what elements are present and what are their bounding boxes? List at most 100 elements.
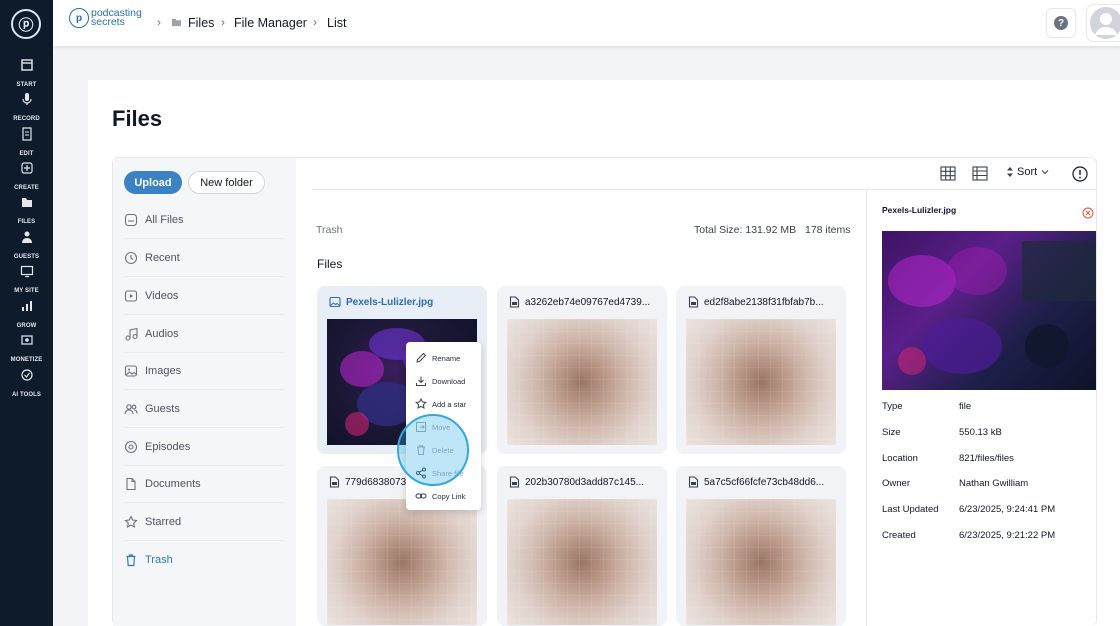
document-file-icon [509, 296, 520, 308]
details-divider [866, 190, 867, 626]
menu-item-add-star[interactable]: Add a star [415, 396, 466, 412]
avatar[interactable] [1086, 4, 1120, 42]
edit-icon [21, 127, 32, 141]
sidebar-item-episodes[interactable]: Episodes [124, 428, 284, 466]
file-card[interactable]: 202b30780d3add87c145... [497, 466, 667, 626]
file-card[interactable]: ed2f8abe2138f31fbfab7b... [676, 286, 846, 454]
pencil-icon [416, 352, 427, 363]
image-file-icon [329, 296, 341, 308]
file-thumbnail [507, 499, 657, 625]
detail-value-created: 6/23/2025, 9:21:22 PM [959, 530, 1056, 541]
sidebar-item-images[interactable]: Images [124, 352, 284, 390]
rail-item-record[interactable]: RECORD [0, 92, 53, 125]
guests-icon [21, 231, 32, 243]
files-icon [21, 198, 32, 207]
sidebar-item-videos[interactable]: Videos [124, 277, 284, 315]
rail-item-my-site[interactable]: MY SITE [0, 264, 53, 297]
details-preview-image [882, 231, 1096, 390]
file-name: 202b30780d3add87c145... [525, 476, 645, 488]
sidebar-item-audios[interactable]: Audios [124, 315, 284, 353]
sidebar-item-starred[interactable]: Starred [124, 503, 284, 541]
breadcrumb-separator: › [221, 15, 225, 29]
breadcrumb-files[interactable]: Files [188, 16, 214, 30]
total-size: Total Size: 131.92 MB [694, 224, 797, 236]
file-card[interactable]: 5a7c5cf66fcfe73cb48dd6... [676, 466, 846, 626]
sidebar-item-label: Starred [145, 515, 182, 528]
rail-item-label: START [16, 82, 37, 88]
ai-tools-icon [20, 369, 33, 381]
rail-item-ai-tools[interactable]: AI TOOLS [0, 368, 53, 401]
document-file-icon [329, 476, 340, 488]
site-icon [20, 265, 33, 278]
sidebar-item-label: Recent [145, 251, 180, 264]
item-count: 178 items [805, 224, 851, 236]
rail-item-monetize[interactable]: MONETIZE [0, 333, 53, 366]
preview-art [888, 241, 1096, 375]
rail-item-label: AI TOOLS [11, 392, 42, 398]
rail-item-label: EDIT [19, 151, 34, 157]
sidebar-item-label: Guests [145, 402, 180, 415]
breadcrumb-list[interactable]: List [327, 16, 346, 30]
sort-button[interactable]: Sort [1006, 166, 1050, 178]
file-card[interactable]: a3262eb74e09767ed4739... [497, 286, 667, 454]
file-thumbnail [686, 499, 836, 625]
sidebar-item-label: Images [145, 364, 182, 377]
detail-key-location: Location [882, 453, 918, 464]
sidebar-item-recent[interactable]: Recent [124, 239, 284, 277]
sort-label: Sort [1017, 166, 1038, 178]
trash-icon [126, 554, 136, 567]
sidebar-item-label: Episodes [145, 440, 191, 453]
microphone-icon [21, 93, 32, 105]
start-icon [20, 59, 33, 71]
details-file-name: Pexels-Lulizler.jpg [882, 205, 957, 215]
menu-item-download[interactable]: Download [415, 373, 465, 389]
rail-item-files[interactable]: FILES [0, 195, 53, 228]
sort-icon [1007, 167, 1013, 177]
detail-key-last-updated: Last Updated [882, 504, 939, 515]
folder-icon [171, 18, 182, 27]
document-icon [126, 477, 136, 490]
menu-item-label: Download [432, 376, 466, 386]
brand-logo[interactable]: p podcasting secrets [69, 8, 142, 28]
upload-button[interactable]: Upload [124, 171, 182, 194]
sidebar-item-documents[interactable]: Documents [124, 465, 284, 503]
rail-item-edit[interactable]: EDIT [0, 127, 53, 160]
rail-item-start[interactable]: START [0, 58, 53, 91]
sidebar-item-all-files[interactable]: All Files [124, 201, 284, 239]
file-name: ed2f8abe2138f31fbfab7b... [704, 296, 824, 308]
click-highlight [397, 414, 469, 486]
sidebar-item-trash[interactable]: Trash [124, 541, 284, 579]
document-file-icon [688, 476, 699, 488]
close-icon[interactable] [1082, 207, 1094, 219]
brand-mark-icon: p [69, 8, 89, 28]
detail-value-last-updated: 6/23/2025, 9:24:41 PM [959, 504, 1056, 515]
grid-view-icon[interactable] [940, 166, 956, 181]
current-location: Trash [316, 224, 343, 236]
detail-value-size: 550.13 kB [959, 427, 1002, 438]
new-folder-button[interactable]: New folder [188, 171, 265, 194]
detail-key-owner: Owner [882, 478, 910, 489]
menu-item-copy-link[interactable]: Copy Link [415, 488, 465, 504]
rail-item-guests[interactable]: GUESTS [0, 230, 53, 263]
list-view-icon[interactable] [972, 166, 988, 181]
rail-item-grow[interactable]: GROW [0, 299, 53, 332]
sidebar-item-label: Videos [145, 289, 179, 302]
top-header: p podcasting secrets › Files › File Mana… [53, 0, 1120, 46]
file-name-row: 202b30780d3add87c145... [509, 476, 644, 488]
breadcrumb-file-manager[interactable]: File Manager [234, 16, 307, 30]
rail-item-create[interactable]: CREATE [0, 161, 53, 194]
app-logo-icon[interactable]: ⓟ [11, 9, 41, 39]
help-button[interactable]: ? [1046, 8, 1076, 38]
menu-item-rename[interactable]: Rename [415, 350, 460, 366]
file-name: 5a7c5cf66fcfe73cb48dd6... [704, 476, 825, 488]
image-icon [124, 364, 138, 377]
episodes-icon [124, 440, 138, 453]
brand-line-2: secrets [91, 16, 125, 28]
music-icon [125, 327, 138, 341]
rail-item-label: MONETIZE [10, 357, 43, 363]
rail-item-label: GUESTS [13, 254, 40, 260]
detail-value-owner: Nathan Gwilliam [959, 478, 1029, 489]
page-title: Files [112, 106, 163, 131]
sidebar-item-guests[interactable]: Guests [124, 390, 284, 428]
info-icon[interactable] [1072, 166, 1088, 182]
